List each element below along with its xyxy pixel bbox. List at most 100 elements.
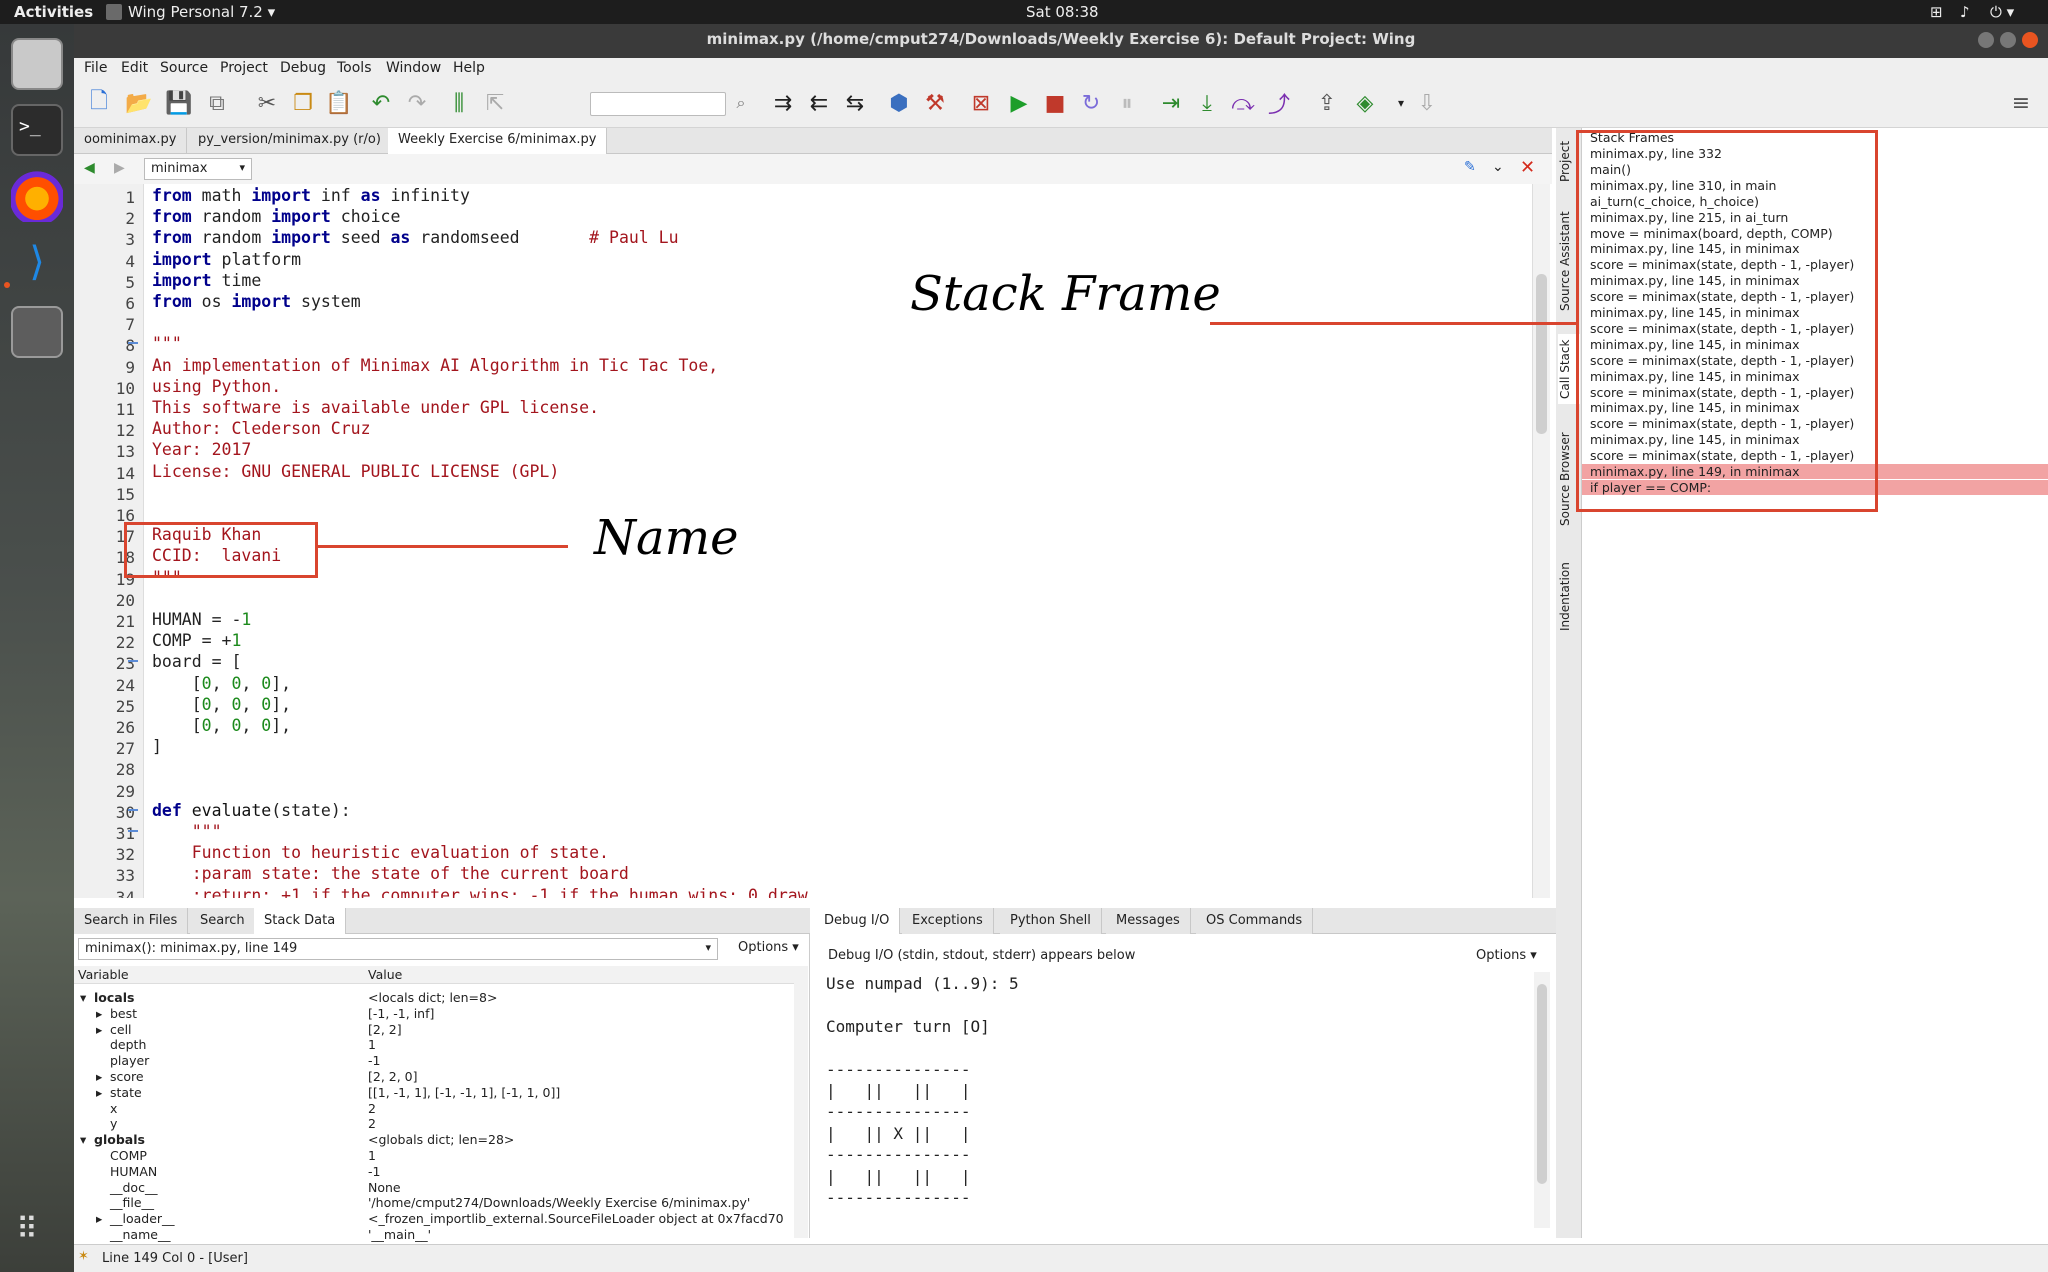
- code-line[interactable]: Function to heuristic evaluation of stat…: [152, 843, 609, 862]
- code-line[interactable]: Year: 2017: [152, 440, 251, 459]
- variable-value[interactable]: '__main__': [368, 1227, 431, 1242]
- code-line[interactable]: Author: Clederson Cruz: [152, 419, 371, 438]
- variable-name[interactable]: globals: [94, 1132, 145, 1147]
- fold-marker-icon[interactable]: [128, 660, 138, 663]
- indent-guides-icon[interactable]: ⫼: [444, 88, 474, 118]
- variable-value[interactable]: 1: [368, 1037, 376, 1052]
- options-chevron-icon[interactable]: ⌄: [1492, 159, 1504, 175]
- hamburger-menu-icon[interactable]: ≡: [2006, 88, 2036, 118]
- forward-icon[interactable]: ▶: [114, 160, 125, 176]
- goto-definition-icon[interactable]: ⇱: [480, 88, 510, 118]
- activities-button[interactable]: Activities: [14, 3, 93, 21]
- menu-tools[interactable]: Tools: [337, 60, 372, 76]
- clock[interactable]: Sat 08:38: [1026, 3, 1099, 21]
- down-stack-icon[interactable]: ⇩: [1412, 88, 1442, 118]
- code-line[interactable]: ]: [152, 737, 162, 756]
- menu-help[interactable]: Help: [453, 60, 485, 76]
- up-stack-icon[interactable]: ⇪: [1312, 88, 1342, 118]
- tab-search[interactable]: Search: [190, 908, 256, 934]
- variable-name[interactable]: cell: [110, 1022, 132, 1037]
- menu-debug[interactable]: Debug: [280, 60, 326, 76]
- expand-arrow-icon[interactable]: ▸: [96, 1211, 102, 1226]
- code-line[interactable]: def evaluate(state):: [152, 801, 351, 820]
- minimize-button[interactable]: [1978, 32, 1994, 48]
- code-line[interactable]: """: [152, 822, 222, 841]
- menu-edit[interactable]: Edit: [121, 60, 148, 76]
- outdent-icon[interactable]: ⇇: [804, 88, 834, 118]
- tab-oominimax[interactable]: oominimax.py: [74, 128, 188, 154]
- run-to-cursor-icon[interactable]: ⇥: [1156, 88, 1186, 118]
- run-icon[interactable]: ▶: [1004, 88, 1034, 118]
- code-line[interactable]: HUMAN = -1: [152, 610, 251, 629]
- step-out-icon[interactable]: ⤴: [1264, 88, 1294, 118]
- variable-name[interactable]: __doc__: [110, 1180, 157, 1195]
- code-line[interactable]: An implementation of Minimax AI Algorith…: [152, 356, 718, 375]
- variable-value[interactable]: <_frozen_importlib_external.SourceFileLo…: [368, 1211, 784, 1226]
- save-icon[interactable]: 💾: [164, 88, 194, 118]
- app-menu[interactable]: Wing Personal 7.2 ▾: [106, 3, 275, 21]
- tab-indentation[interactable]: Indentation: [1558, 552, 1580, 642]
- variable-value[interactable]: [[1, -1, 1], [-1, -1, 1], [-1, 1, 0]]: [368, 1085, 560, 1100]
- debug-environment-icon[interactable]: ◈: [1350, 88, 1380, 118]
- stop-debug-icon[interactable]: ⊠: [966, 88, 996, 118]
- stop-icon[interactable]: ■: [1040, 88, 1070, 118]
- firefox-icon[interactable]: [11, 170, 63, 222]
- variable-value[interactable]: <globals dict; len=28>: [368, 1132, 514, 1147]
- variable-name[interactable]: COMP: [110, 1148, 147, 1163]
- code-line[interactable]: from random import choice: [152, 207, 400, 226]
- variable-name[interactable]: __loader__: [110, 1211, 175, 1226]
- wing-ide-icon[interactable]: [11, 306, 63, 358]
- variable-name[interactable]: __name__: [110, 1227, 170, 1242]
- variable-name[interactable]: HUMAN: [110, 1164, 157, 1179]
- debug-io-options-button[interactable]: Options ▾: [1476, 948, 1537, 963]
- code-line[interactable]: board = [: [152, 652, 241, 671]
- code-line[interactable]: import platform: [152, 250, 301, 269]
- show-apps-icon[interactable]: ⠿: [16, 1212, 56, 1252]
- variable-value[interactable]: [-1, -1, inf]: [368, 1006, 434, 1021]
- variable-value[interactable]: None: [368, 1180, 401, 1195]
- close-window-button[interactable]: [2022, 32, 2038, 48]
- back-icon[interactable]: ◀: [84, 160, 95, 176]
- expand-arrow-icon[interactable]: ▸: [96, 1069, 102, 1084]
- variable-name[interactable]: player: [110, 1053, 149, 1068]
- new-file-icon[interactable]: 🗋: [84, 88, 114, 118]
- tab-exceptions[interactable]: Exceptions: [902, 908, 994, 934]
- code-line[interactable]: import time: [152, 271, 261, 290]
- expand-arrow-icon[interactable]: ▾: [80, 1132, 86, 1147]
- tab-py-version-minimax[interactable]: py_version/minimax.py (r/o): [188, 128, 392, 154]
- variable-value[interactable]: 1: [368, 1148, 376, 1163]
- tab-python-shell[interactable]: Python Shell: [1000, 908, 1102, 934]
- copy-icon[interactable]: ❐: [288, 88, 318, 118]
- variables-scrollbar[interactable]: [794, 966, 808, 1238]
- reindent-icon[interactable]: ⇆: [840, 88, 870, 118]
- debug-io-scrollbar[interactable]: [1534, 972, 1550, 1228]
- fold-marker-icon[interactable]: [128, 808, 138, 811]
- tab-messages[interactable]: Messages: [1106, 908, 1191, 934]
- redo-icon[interactable]: ↷: [402, 88, 432, 118]
- scrollbar-thumb[interactable]: [1536, 274, 1547, 434]
- window-titlebar[interactable]: minimax.py (/home/cmput274/Downloads/Wee…: [74, 24, 2048, 58]
- code-line[interactable]: using Python.: [152, 377, 281, 396]
- variable-value[interactable]: -1: [368, 1053, 380, 1068]
- code-line[interactable]: :return: +1 if the computer wins; -1 if …: [152, 886, 808, 898]
- variable-value[interactable]: '/home/cmput274/Downloads/Weekly Exercis…: [368, 1195, 750, 1210]
- search-icon[interactable]: ⌕: [726, 88, 756, 118]
- python-icon[interactable]: ⬢: [884, 88, 914, 118]
- scrollbar-thumb[interactable]: [1537, 984, 1547, 1184]
- fold-marker-icon[interactable]: [128, 830, 138, 832]
- variable-value[interactable]: [2, 2, 0]: [368, 1069, 418, 1084]
- code-line[interactable]: from os import system: [152, 292, 361, 311]
- paste-icon[interactable]: 📋: [324, 88, 354, 118]
- code-line[interactable]: COMP = +1: [152, 631, 241, 650]
- code-line[interactable]: License: GNU GENERAL PUBLIC LICENSE (GPL…: [152, 462, 559, 481]
- code-line[interactable]: [0, 0, 0],: [152, 716, 291, 735]
- code-line[interactable]: from random import seed as randomseed # …: [152, 228, 679, 247]
- variable-value[interactable]: <locals dict; len=8>: [368, 990, 497, 1005]
- tab-stack-data[interactable]: Stack Data: [254, 908, 347, 934]
- indent-icon[interactable]: ⇉: [768, 88, 798, 118]
- variable-name[interactable]: state: [110, 1085, 142, 1100]
- code-line[interactable]: [0, 0, 0],: [152, 695, 291, 714]
- scope-select[interactable]: minimax ▾: [144, 158, 252, 180]
- step-into-icon[interactable]: ⤓: [1192, 88, 1222, 118]
- stack-data-options-button[interactable]: Options ▾: [738, 940, 799, 955]
